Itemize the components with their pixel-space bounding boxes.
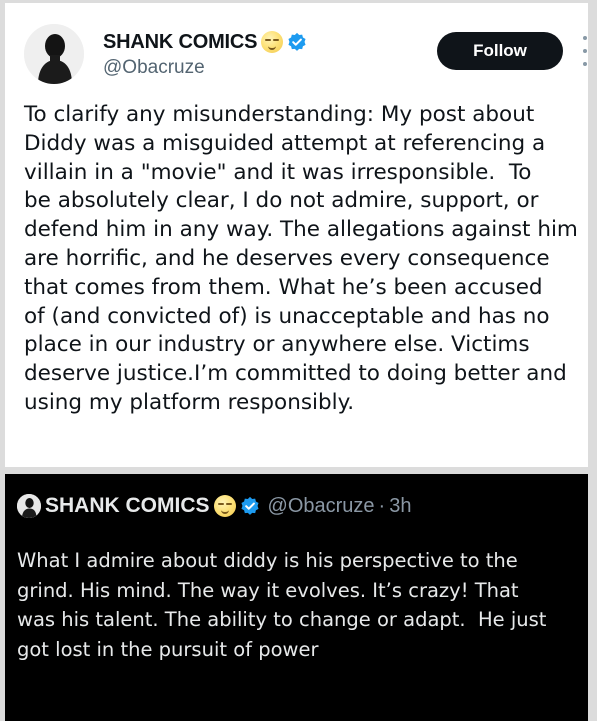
separator-dot: · xyxy=(378,494,386,517)
post-text-line: villain in a "movie" and it was irrespon… xyxy=(24,159,532,185)
quoted-author-handle[interactable]: @Obacruze xyxy=(268,495,375,518)
post-text-line: be absolutely clear, I do not admire, su… xyxy=(24,188,539,214)
more-options-dot xyxy=(583,49,587,53)
quoted-text-line: grind. His mind. The way it evolves. It’… xyxy=(17,578,519,602)
more-options-dot xyxy=(583,36,587,40)
quoted-text-line: was his talent. The ability to change or… xyxy=(17,608,547,631)
quoted-author-name[interactable]: SHANK COMICS xyxy=(45,494,210,518)
author-avatar-image xyxy=(24,24,84,84)
verified-badge-icon xyxy=(240,496,259,515)
post-text-line: defend him in any way. The allegations a… xyxy=(24,217,578,243)
relieved-face-emoji-icon xyxy=(213,495,236,517)
verified-badge-icon xyxy=(288,32,306,51)
quoted-author-avatar[interactable] xyxy=(17,494,41,518)
quoted-post-header: SHANK COMICS @Obacruze · 3h xyxy=(17,491,411,521)
quoted-post-card[interactable]: SHANK COMICS @Obacruze · 3h What I admir… xyxy=(5,474,588,721)
post-text-line: deserve justice.I’m committed to doing b… xyxy=(24,361,567,387)
post-text-line: using my platform responsibly. xyxy=(24,389,355,415)
post-text-line: place in our industry or anywhere else. … xyxy=(24,332,530,358)
more-options-dot xyxy=(583,62,587,66)
more-options-icon[interactable] xyxy=(581,36,589,66)
post-timestamp[interactable]: 3h xyxy=(389,495,411,518)
quoted-text-line: got lost in the pursuit of power xyxy=(17,637,319,661)
post-text-line: that comes from them. What he’s been acc… xyxy=(24,274,543,300)
follow-button[interactable]: Follow xyxy=(437,32,563,70)
author-name[interactable]: SHANK COMICS xyxy=(103,31,257,54)
author-handle[interactable]: @Obacruze xyxy=(103,57,205,79)
relieved-face-emoji-icon xyxy=(261,31,284,53)
quoted-text-line: What I admire about diddy is his perspec… xyxy=(17,549,518,572)
quoted-author-avatar-image xyxy=(17,494,41,518)
post-text: To clarify any misunderstanding: My post… xyxy=(24,101,594,418)
original-post-card: SHANK COMICS @Obacruze Follow To clarify… xyxy=(5,3,588,467)
post-text-line: To clarify any misunderstanding: My post… xyxy=(24,102,535,127)
quoted-post-text: What I admire about diddy is his perspec… xyxy=(17,546,587,664)
post-text-line: of (and convicted of) is unacceptable an… xyxy=(24,303,550,329)
author-avatar[interactable] xyxy=(24,24,84,84)
post-text-line: Diddy was a misguided attempt at referen… xyxy=(24,130,546,156)
author-name-row: SHANK COMICS xyxy=(103,29,307,55)
post-text-line: are horrific, and he deserves every cons… xyxy=(24,245,550,271)
